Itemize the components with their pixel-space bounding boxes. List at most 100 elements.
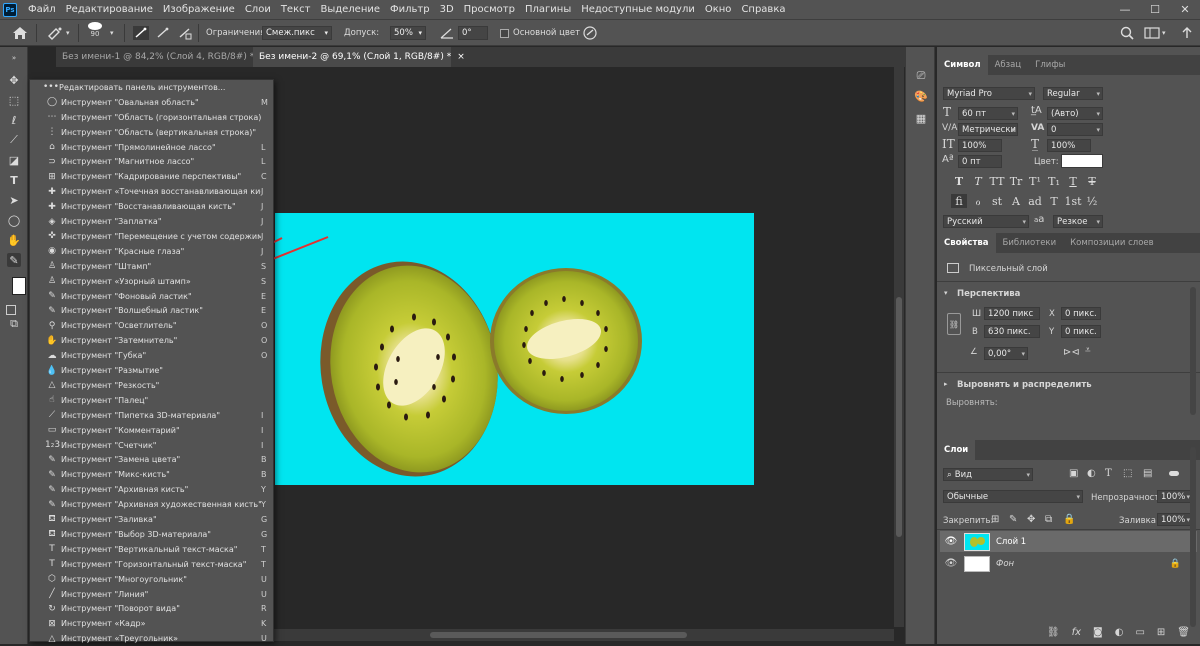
flyout-item[interactable]: ◯ Инструмент "Овальная область" M (30, 95, 273, 110)
flyout-item[interactable]: ▭ Инструмент "Комментарий" I (30, 423, 273, 438)
tab-glyphs[interactable]: Глифы (1028, 55, 1072, 75)
strikethrough-button[interactable]: T̶ (1084, 174, 1100, 188)
filter-toggle[interactable] (1169, 471, 1179, 476)
flyout-item[interactable]: ⬡ Инструмент "Многоугольник" U (30, 572, 273, 587)
properties-scrollbar[interactable] (1190, 287, 1196, 415)
small-caps-button[interactable]: Tr (1008, 174, 1024, 188)
workspace-icon[interactable]: ▾ (1144, 25, 1166, 41)
flyout-item[interactable]: ✎ Инструмент "Архивная кисть" Y (30, 482, 273, 497)
maximize-button[interactable]: ☐ (1140, 0, 1170, 19)
menu-select[interactable]: Выделение (315, 4, 385, 15)
y-field[interactable]: 0 пикс. (1061, 325, 1101, 338)
chevron-right-icon[interactable]: ▸ (944, 380, 948, 388)
flip-horizontal-icon[interactable]: ⊳⊲ (1063, 347, 1080, 358)
height-field[interactable]: 630 пикс. (984, 325, 1040, 338)
vertical-scrollbar[interactable] (894, 67, 904, 627)
path-selection-tool-icon[interactable]: ➤ (7, 193, 21, 207)
underline-button[interactable]: T (1065, 174, 1081, 188)
flyout-item[interactable]: ⊃ Инструмент "Магнитное лассо" L (30, 155, 273, 170)
flyout-item[interactable]: ⊞ Инструмент "Кадрирование перспективы" C (30, 169, 273, 184)
layers-scrollbar[interactable] (1190, 447, 1196, 627)
flyout-item[interactable]: ☁ Инструмент "Губка" O (30, 348, 273, 363)
limits-dropdown[interactable]: Смеж.пикс ▾ (262, 26, 332, 40)
share-icon[interactable] (1180, 25, 1194, 41)
flyout-item[interactable]: ✚ Инструмент «Точечная восстанавливающая … (30, 184, 273, 199)
type-tool-icon[interactable]: T (7, 173, 21, 187)
width-field[interactable]: 1200 пикс (984, 307, 1040, 320)
tab-properties[interactable]: Свойства (937, 233, 996, 253)
fill-field[interactable]: 100% ▾ (1157, 513, 1193, 526)
trash-icon[interactable]: 🗑 (1177, 627, 1190, 638)
move-tool-icon[interactable]: ✥ (7, 73, 21, 87)
brush-dropdown-icon[interactable]: ▾ (110, 25, 114, 41)
flyout-item[interactable]: ✋ Инструмент "Затемнитель" O (30, 333, 273, 348)
flyout-item[interactable]: ✎ Инструмент "Волшебный ластик" E (30, 304, 273, 319)
fractions-button[interactable]: ½ (1084, 194, 1100, 208)
tab-paragraph[interactable]: Абзац (988, 55, 1029, 75)
tab-layers[interactable]: Слои (937, 440, 976, 460)
baseline-shift-field[interactable]: 0 пт (958, 155, 1002, 168)
superscript-button[interactable]: T¹ (1027, 174, 1043, 188)
tab-libraries[interactable]: Библиотеки (996, 233, 1064, 253)
ordinals-button[interactable]: 1st (1064, 194, 1081, 208)
tab-layer-comps[interactable]: Композиции слоев (1063, 233, 1161, 253)
history-panel-icon[interactable]: ⎚ (914, 69, 928, 83)
menu-plugins[interactable]: Плагины (520, 4, 576, 15)
lock-position-icon[interactable]: ✥ (1027, 514, 1035, 525)
sampling-once-icon[interactable] (155, 25, 171, 41)
antialias-dropdown[interactable]: Резкое ▾ (1053, 215, 1103, 228)
menu-3d[interactable]: 3D (435, 4, 459, 15)
chevron-down-icon[interactable]: ▾ (944, 289, 948, 297)
menu-edit[interactable]: Редактирование (61, 4, 158, 15)
flyout-item[interactable]: △ Инструмент "Резкость" (30, 378, 273, 393)
visibility-eye-icon[interactable]: 👁 (940, 558, 962, 569)
background-eraser-tool-icon[interactable]: ▾ (46, 25, 70, 41)
eraser-tool-icon[interactable]: ◪ (7, 153, 21, 167)
filter-shape-icon[interactable]: ⬚ (1123, 468, 1132, 479)
menu-window[interactable]: Окно (700, 4, 737, 15)
discretionary-ligatures-button[interactable]: st (989, 194, 1005, 208)
menu-layers[interactable]: Слои (240, 4, 276, 15)
layer-filter-dropdown[interactable]: ⌕ Вид ▾ (943, 468, 1033, 481)
visibility-eye-icon[interactable]: 👁 (940, 536, 962, 547)
sampling-continuous-icon[interactable] (133, 25, 149, 41)
kerning-field[interactable]: Метрически ▾ (958, 123, 1018, 136)
angle-field[interactable]: 0° (458, 26, 488, 40)
link-dimensions-icon[interactable]: ⛓ (947, 313, 961, 335)
sampling-swatch-icon[interactable] (177, 25, 193, 41)
adjustment-icon[interactable]: ◐ (1115, 627, 1124, 638)
tab-document-2[interactable]: Без имени-2 @ 69,1% (Слой 1, RGB/8#) * × (253, 47, 465, 67)
vertical-scroll-thumb[interactable] (896, 297, 902, 537)
language-dropdown[interactable]: Русский ▾ (943, 215, 1029, 228)
swash-button[interactable]: A (1008, 194, 1024, 208)
grid-panel-icon[interactable]: ▦ (914, 111, 928, 125)
filter-smart-object-icon[interactable]: ▤ (1143, 468, 1152, 479)
subscript-button[interactable]: T₁ (1046, 174, 1062, 188)
flyout-item[interactable]: ✚ Инструмент "Восстанавливающая кисть" J (30, 199, 273, 214)
mask-icon[interactable]: ◙ (1093, 627, 1103, 638)
leading-field[interactable]: (Авто) ▾ (1047, 107, 1103, 120)
filter-pixel-icon[interactable]: ▣ (1069, 468, 1078, 479)
filter-type-icon[interactable]: T (1105, 468, 1112, 479)
ellipse-tool-icon[interactable]: ◯ (7, 213, 21, 227)
menu-text[interactable]: Текст (276, 4, 316, 15)
quick-mask-icon[interactable] (6, 305, 16, 315)
menu-view[interactable]: Просмотр (459, 4, 520, 15)
pressure-size-icon[interactable] (582, 25, 598, 41)
minimize-button[interactable]: — (1110, 0, 1140, 19)
font-style-dropdown[interactable]: Regular ▾ (1043, 87, 1103, 100)
new-layer-icon[interactable]: ⊞ (1157, 627, 1165, 638)
link-icon[interactable]: ⛓ (1047, 627, 1060, 638)
tab-document-1[interactable]: Без имени-1 @ 84,2% (Слой 4, RGB/8#) * × (56, 47, 268, 67)
horizontal-scroll-thumb[interactable] (430, 632, 687, 638)
angle-field[interactable]: 0,00° ▾ (984, 347, 1028, 360)
search-icon[interactable] (1120, 25, 1134, 41)
flyout-item[interactable]: T Инструмент "Горизонтальный текст-маска"… (30, 557, 273, 572)
contextual-alternates-button[interactable]: ℴ (970, 194, 986, 208)
layer-row[interactable]: 👁 Слой 1 (940, 531, 1197, 552)
flyout-item[interactable]: ⛾ Инструмент "Выбор 3D-материала" G (30, 527, 273, 542)
titling-button[interactable]: T (1046, 194, 1062, 208)
close-window-button[interactable]: ✕ (1170, 0, 1200, 19)
menu-filter[interactable]: Фильтр (385, 4, 435, 15)
flyout-item[interactable]: ◈ Инструмент "Заплатка" J (30, 214, 273, 229)
